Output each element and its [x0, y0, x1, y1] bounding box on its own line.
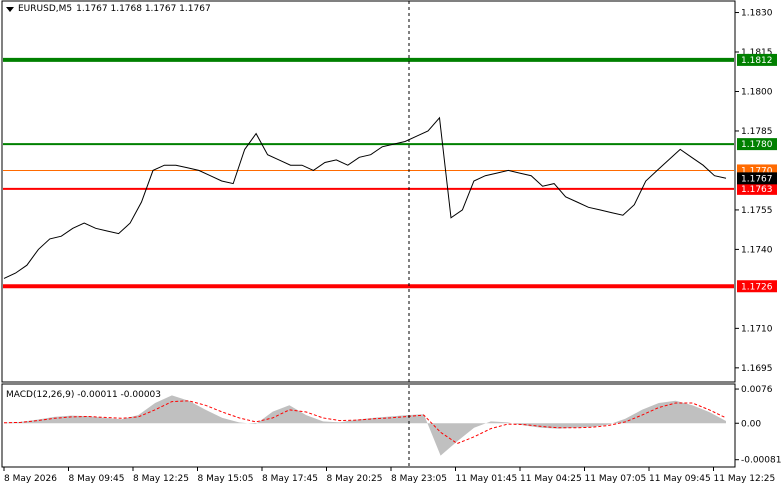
time-tick-label: 11 May 09:45	[649, 474, 711, 484]
triangle-down-icon[interactable]	[6, 6, 14, 12]
time-tick-label: 11 May 07:05	[585, 474, 647, 484]
time-tick-label: 8 May 2026	[4, 474, 57, 484]
level-price-label: 1.1780	[741, 140, 773, 150]
price-line-series	[3, 116, 727, 279]
macd-tick-label: -0.00081	[741, 456, 781, 466]
time-tick-label: 11 May 04:25	[520, 474, 582, 484]
symbol-label: EURUSD,M5	[18, 4, 73, 14]
macd-histogram	[4, 395, 726, 456]
time-tick-label: 8 May 17:45	[262, 474, 318, 484]
horizontal-levels[interactable]	[3, 57, 734, 289]
time-tick-label: 8 May 20:25	[327, 474, 383, 484]
time-tick-label: 11 May 01:45	[456, 474, 518, 484]
ohlc-values: 1.1767 1.1768 1.1767 1.1767	[76, 4, 211, 14]
macd-axis: 0.0076 0.00 -0.00081	[735, 385, 781, 466]
current-price-label: 1.1767	[741, 174, 773, 184]
price-tick-label: 1.1710	[741, 324, 773, 334]
price-tick-label: 1.1755	[741, 206, 773, 216]
price-line	[3, 116, 727, 279]
macd-tick-label: 0.0076	[741, 385, 773, 395]
time-tick-label: 8 May 23:05	[391, 474, 447, 484]
chart-header: EURUSD,M5 1.1767 1.1768 1.1767 1.1767	[6, 4, 211, 14]
level-price-label: 1.1726	[741, 282, 773, 292]
macd-indicator	[3, 395, 727, 456]
price-tick-label: 1.1800	[741, 87, 773, 97]
time-axis: 8 May 2026 8 May 09:45 8 May 12:25 8 May 15…	[3, 467, 776, 484]
price-tick-label: 1.1830	[741, 9, 773, 19]
level-price-label: 1.1812	[741, 56, 773, 66]
time-tick-label: 8 May 15:05	[198, 474, 254, 484]
price-tick-label: 1.1695	[741, 364, 773, 374]
time-tick-label: 8 May 09:45	[69, 474, 125, 484]
chart-window[interactable]: 1.1830 1.1815 1.1800 1.1785 1.1755 1.1740 1.17…	[0, 0, 781, 489]
chart-canvas[interactable]: 1.18301.18151.18001.17851.17551.17401.17…	[0, 0, 781, 489]
time-tick-label: 8 May 12:25	[133, 474, 189, 484]
macd-title: MACD(12,26,9) -0.00011 -0.00003	[6, 390, 162, 400]
price-tick-label: 1.1785	[741, 127, 773, 137]
time-tick-label: 11 May 12:25	[714, 474, 776, 484]
level-price-label: 1.1763	[741, 185, 773, 195]
price-tick-label: 1.1740	[741, 245, 773, 255]
macd-tick-label: 0.00	[741, 419, 761, 429]
